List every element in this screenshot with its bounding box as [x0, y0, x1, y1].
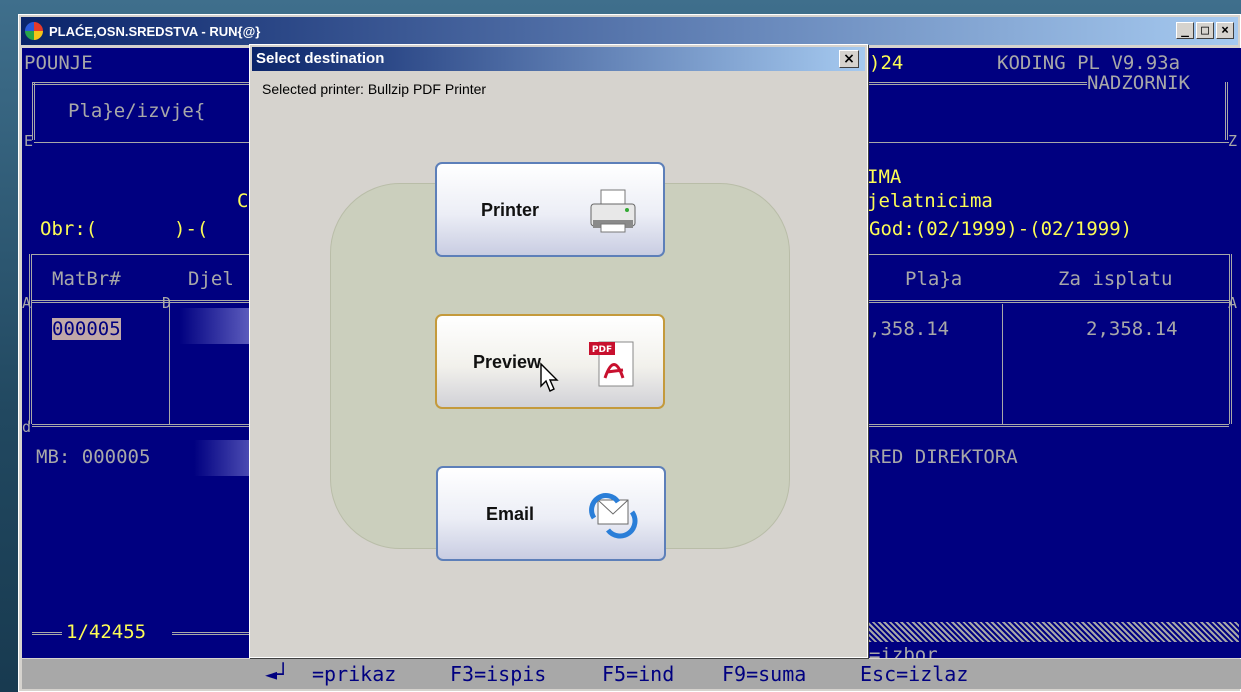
bottom-line: [172, 632, 252, 635]
hint-f3: F3=ispis: [450, 662, 547, 686]
column-header-placa: Pla}a: [905, 268, 963, 290]
table-row-placa: ,358.14: [869, 318, 950, 340]
dialog-close-button[interactable]: ×: [839, 50, 859, 68]
mb-label: MB: 000005: [36, 446, 151, 468]
company-name: POUNJE: [24, 52, 93, 74]
select-destination-dialog: Select destination × Selected printer: B…: [249, 44, 868, 658]
email-button[interactable]: Email: [436, 466, 666, 561]
window-title: PLAĆE,OSN.SREDSTVA - RUN{@}: [49, 24, 261, 39]
heading-line-1: IMA: [867, 166, 902, 188]
pdf-icon: PDF: [589, 341, 634, 387]
hint-esc: Esc=izlaz: [860, 662, 969, 686]
frame-e: E: [24, 132, 34, 150]
dialog-titlebar[interactable]: Select destination ×: [252, 47, 865, 71]
table-row-matbr[interactable]: 000005: [52, 318, 121, 340]
app-icon: [25, 22, 43, 40]
email-icon: [589, 493, 638, 539]
email-button-label: Email: [486, 504, 535, 524]
corner-a-left: A: [22, 294, 32, 312]
window-titlebar[interactable]: PLAĆE,OSN.SREDSTVA - RUN{@} _ □ ×: [21, 17, 1238, 45]
obr-label: Obr:(: [40, 218, 98, 240]
preview-button[interactable]: Preview PDF: [435, 314, 665, 409]
izbor-hint: =izbor: [869, 644, 938, 658]
window-close-button[interactable]: ×: [1216, 22, 1234, 39]
mouse-cursor-icon: [540, 362, 559, 392]
preview-button-label: Preview: [473, 352, 542, 372]
god-filter: God:(02/1999)-(02/1999): [869, 218, 1133, 240]
frame-z: Z: [1228, 132, 1238, 150]
status-bar: ◄┘ =prikaz F3=ispis F5=ind F9=suma Esc=i…: [22, 659, 1241, 689]
corner-bottom-left: d: [22, 418, 32, 436]
selected-printer-text: Selected printer: Bullzip PDF Printer: [262, 81, 487, 97]
column-divider: [169, 304, 170, 424]
table-right-border: [1229, 254, 1232, 424]
enter-key-icon: ◄┘: [265, 662, 290, 686]
app-version: KODING PL V9.93a: [997, 52, 1181, 74]
direktor-text: RED DIREKTORA: [869, 446, 1018, 468]
menu-title: Pla}e/izvje{: [68, 100, 206, 122]
date-fragment: )24: [869, 52, 904, 74]
scroll-pattern: [869, 622, 1239, 642]
minimize-button[interactable]: _: [1176, 22, 1194, 39]
hint-f9: F9=suma: [722, 662, 807, 686]
printer-button-label: Printer: [481, 200, 540, 220]
printer-icon: [590, 189, 636, 233]
corner-a-right: A: [1228, 294, 1238, 312]
column-header-djel: Djel: [188, 268, 234, 290]
column-divider: [1002, 304, 1003, 424]
redacted-name: [179, 308, 253, 344]
pdf-badge: PDF: [592, 345, 612, 355]
bottom-line: [32, 632, 62, 635]
hint-f5: F5=ind: [602, 662, 675, 686]
table-row-za-isplatu: 2,358.14: [1086, 318, 1178, 340]
heading-line-2: jelatnicima: [867, 190, 993, 212]
user-name: NADZORNIK: [1087, 72, 1190, 94]
column-header-za-isplatu: Za isplatu: [1058, 268, 1173, 290]
dialog-title: Select destination: [256, 50, 385, 67]
table-left-border: [29, 254, 32, 424]
record-counter: 1/42455: [66, 621, 147, 643]
maximize-button[interactable]: □: [1196, 22, 1214, 39]
obr-separator: )-(: [174, 218, 209, 240]
heading-char: C: [237, 190, 249, 212]
hint-prikaz: =prikaz: [312, 662, 397, 686]
column-header-matbr: MatBr#: [52, 268, 121, 290]
printer-button[interactable]: Printer: [435, 162, 665, 257]
